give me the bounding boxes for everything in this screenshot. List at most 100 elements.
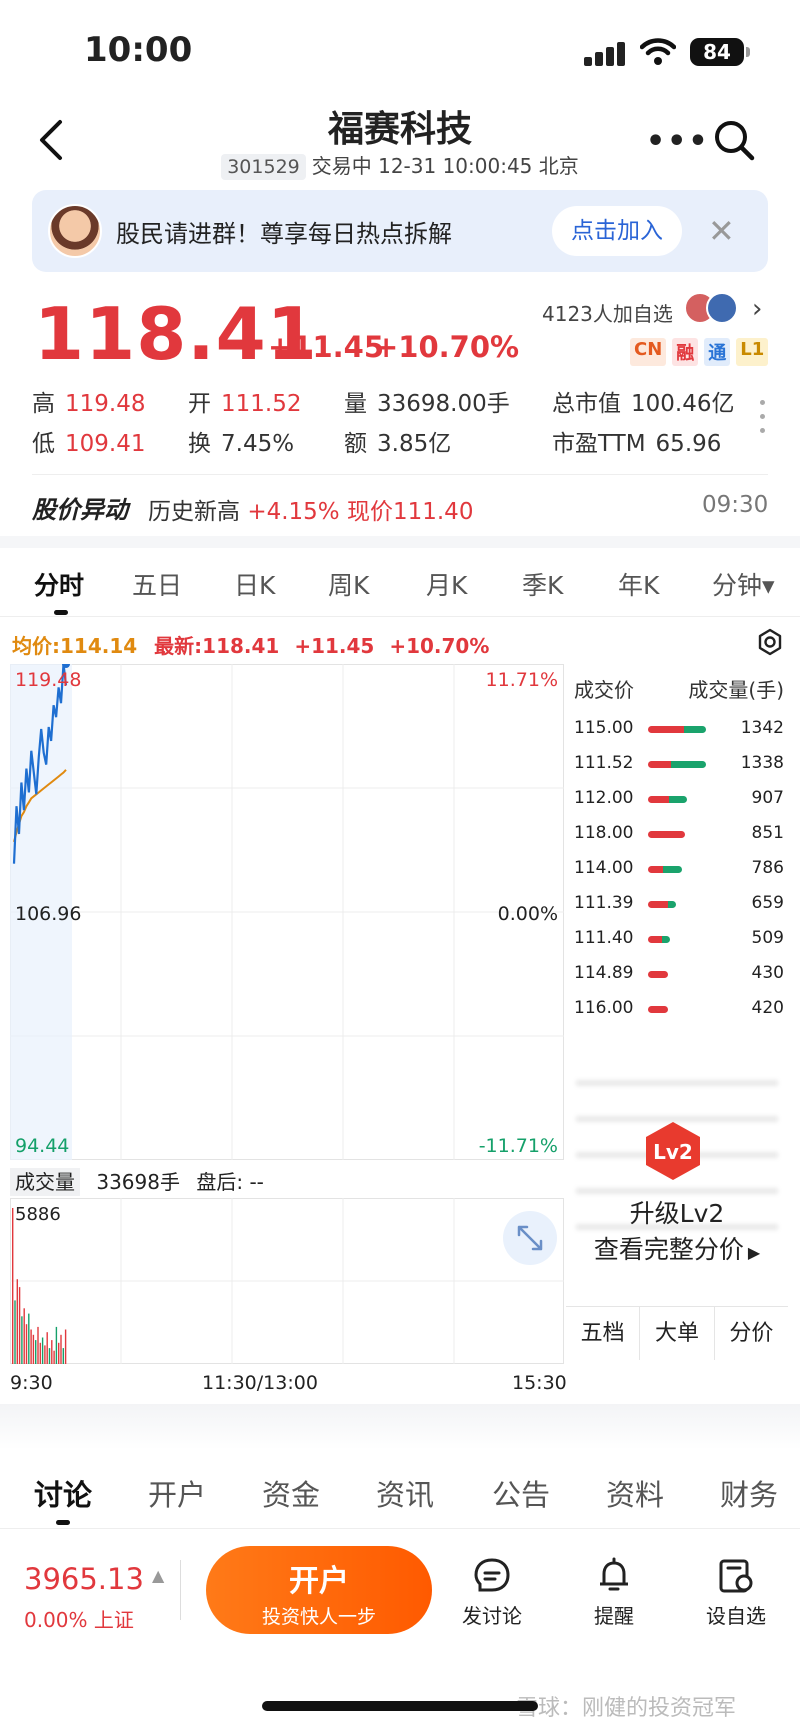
volume-bar — [64, 1329, 67, 1364]
play-arrow-icon: ▶ — [747, 1243, 761, 1262]
trades-qty-header: 成交量(手) — [688, 678, 784, 702]
followers-count[interactable]: 4123人加自选 — [542, 298, 673, 327]
badge-margin: 融 — [672, 338, 699, 366]
trade-row: 112.00 907 — [566, 784, 788, 814]
movement-event: 历史新高 — [148, 499, 240, 525]
divider — [0, 1528, 800, 1529]
chart-settings-icon[interactable] — [756, 628, 784, 656]
stat-amount-value: 3.85亿 — [377, 431, 452, 457]
expand-icon[interactable] — [503, 1211, 557, 1265]
tab-five-levels[interactable]: 五档 — [566, 1307, 641, 1360]
trade-price: 112.00 — [574, 788, 634, 808]
content-tabs: 讨论 开户 资金 资讯 公告 资料 财务 — [0, 1462, 800, 1526]
trading-status: 交易中 12-31 10:00:45 北京 — [311, 154, 579, 178]
volume-bar — [23, 1308, 25, 1364]
trade-row: 111.40 509 — [566, 924, 788, 954]
locked-rows-preview — [566, 1062, 788, 1302]
close-icon[interactable]: ✕ — [708, 212, 735, 250]
lv2-badge-icon: Lv2 — [646, 1122, 700, 1180]
trade-direction-bar — [648, 936, 670, 943]
tab-intraday[interactable]: 分时 — [34, 566, 84, 602]
y-pct-low: -11.71% — [479, 1135, 558, 1157]
movement-title: 股价异动 — [32, 496, 128, 524]
cellular-signal-icon — [584, 40, 628, 66]
tab-weekly-k[interactable]: 周K — [328, 566, 369, 602]
volume-bar — [16, 1279, 18, 1364]
chevron-right-icon[interactable]: › — [752, 294, 762, 324]
volume-bar — [58, 1342, 60, 1364]
view-full-prices-link[interactable]: 查看完整分价 ▶ — [566, 1230, 788, 1266]
tab-news[interactable]: 资讯 — [376, 1472, 434, 1514]
movement-price: 现价111.40 — [346, 499, 474, 525]
group-banner: 股民请进群！尊享每日热点拆解 点击加入 ✕ — [32, 190, 768, 272]
tab-discussion[interactable]: 讨论 — [34, 1472, 92, 1514]
trade-direction-bar — [648, 831, 685, 838]
volume-label: 成交量 — [10, 1168, 80, 1196]
stat-volume: 量 33698.00手 — [344, 384, 510, 418]
stat-turnover: 换 7.45% — [188, 424, 294, 458]
trade-price: 118.00 — [574, 823, 634, 843]
tab-price-split[interactable]: 分价 — [715, 1307, 788, 1360]
tab-big-orders[interactable]: 大单 — [640, 1307, 715, 1360]
x-tick-close: 15:30 — [512, 1372, 567, 1394]
tab-financials[interactable]: 财务 — [720, 1472, 800, 1514]
badge-cn: CN — [630, 338, 667, 366]
join-group-button[interactable]: 点击加入 — [552, 206, 682, 256]
latest-change: +11.45 — [294, 634, 375, 658]
open-account-button[interactable]: 开户 投资快人一步 — [206, 1546, 432, 1634]
intraday-price-chart[interactable]: 119.48 106.96 94.44 11.71% 0.00% -11.71% — [10, 664, 564, 1160]
search-icon[interactable] — [712, 118, 756, 162]
tab-five-day[interactable]: 五日 — [132, 566, 182, 602]
index-value[interactable]: 3965.13 ▲ — [24, 1562, 164, 1596]
trade-qty: 1342 — [740, 718, 784, 738]
trade-direction-bar — [648, 761, 706, 768]
movement-detail[interactable]: 历史新高 +4.15% 现价111.40 — [148, 492, 473, 526]
tab-quarterly-k[interactable]: 季K — [522, 566, 563, 602]
post-discussion-button[interactable]: 发讨论 — [432, 1556, 552, 1629]
divider — [180, 1560, 181, 1620]
after-hours: 盘后: -- — [196, 1170, 264, 1194]
stat-mcap-label: 总市值 — [552, 391, 621, 417]
volume-bar — [51, 1340, 53, 1364]
price-alert-button[interactable]: 提醒 — [554, 1556, 674, 1629]
volume-bar — [44, 1345, 46, 1364]
watermark: 雪球：刚健的投资冠军 — [516, 1696, 737, 1721]
more-menu-icon[interactable]: ••• — [646, 124, 710, 159]
stat-open-value: 111.52 — [221, 391, 302, 417]
tab-announcements[interactable]: 公告 — [492, 1472, 550, 1514]
y-pct-mid: 0.00% — [498, 903, 558, 925]
trade-price: 114.00 — [574, 858, 634, 878]
tab-daily-k[interactable]: 日K — [234, 566, 275, 602]
volume-info-row: 成交量 33698手 盘后: -- — [10, 1166, 264, 1196]
tab-open-account[interactable]: 开户 — [148, 1472, 206, 1514]
tab-funds[interactable]: 资金 — [262, 1472, 320, 1514]
volume-bar — [12, 1208, 14, 1364]
trade-price: 115.00 — [574, 718, 634, 738]
trade-row: 111.52 1338 — [566, 749, 788, 779]
tab-profile[interactable]: 资料 — [606, 1472, 664, 1514]
tab-yearly-k[interactable]: 年K — [618, 566, 659, 602]
stat-turnover-value: 7.45% — [221, 431, 295, 457]
stat-open: 开 111.52 — [188, 384, 301, 418]
trade-row: 115.00 1342 — [566, 714, 788, 744]
trade-row: 111.39 659 — [566, 889, 788, 919]
post-discussion-label: 发讨论 — [462, 1604, 522, 1628]
tab-monthly-k[interactable]: 月K — [426, 566, 467, 602]
avatar — [48, 204, 102, 258]
tab-minute[interactable]: 分钟▾ — [712, 566, 775, 602]
upgrade-lv2-title[interactable]: 升级Lv2 — [566, 1194, 788, 1230]
follower-avatars[interactable] — [684, 292, 742, 324]
volume-bar — [39, 1342, 41, 1364]
trade-qty: 659 — [751, 893, 784, 913]
home-indicator[interactable] — [262, 1701, 538, 1711]
stat-volume-label: 量 — [344, 391, 367, 417]
volume-max-label: 5886 — [15, 1204, 61, 1225]
watchlist-icon — [719, 1559, 753, 1593]
volume-bar — [28, 1313, 30, 1364]
stat-amount: 额 3.85亿 — [344, 424, 451, 458]
divider — [32, 474, 768, 475]
volume-chart[interactable]: 5886 — [10, 1198, 564, 1364]
add-watchlist-button[interactable]: 设自选 — [676, 1556, 796, 1629]
volume-total: 33698手 — [96, 1170, 180, 1194]
more-stats-icon[interactable] — [758, 400, 766, 434]
